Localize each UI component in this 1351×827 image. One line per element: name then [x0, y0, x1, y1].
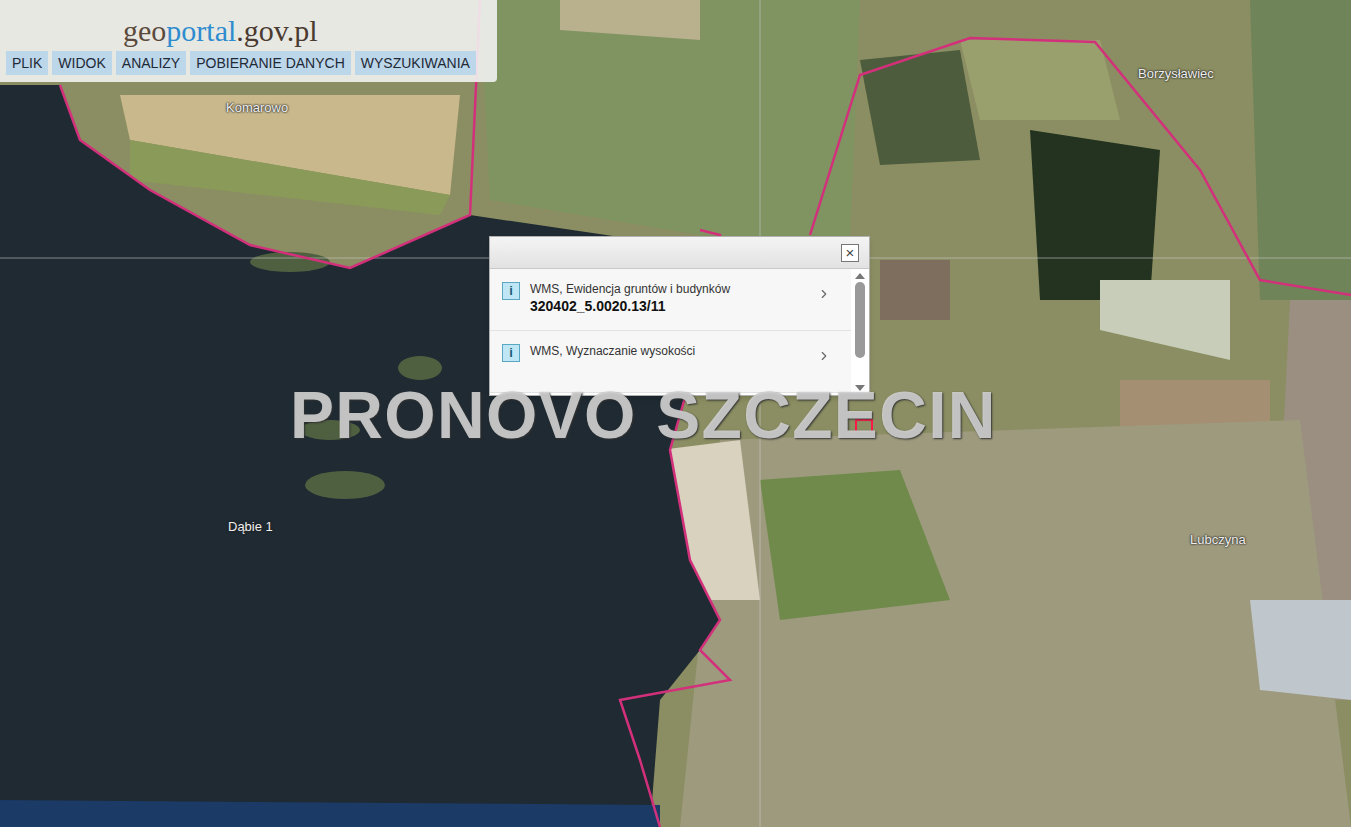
place-label: Lubczyna — [1190, 530, 1246, 550]
menu-button[interactable]: PLIK — [6, 51, 48, 75]
popup-item[interactable]: iWMS, Ewidencja gruntów i budynków320402… — [490, 269, 851, 331]
menu-button[interactable]: POBIERANIE DANYCH — [190, 51, 351, 75]
chevron-right-icon — [817, 287, 831, 301]
info-popup: × iWMS, Ewidencja gruntów i budynków32040… — [489, 236, 870, 396]
info-icon: i — [502, 344, 520, 362]
place-label: Komarowo — [226, 98, 288, 118]
logo[interactable]: geoportal.gov.pl — [0, 0, 497, 46]
popup-header: × — [490, 237, 869, 269]
satellite-map[interactable] — [0, 0, 1351, 827]
watermark: PRONOVO SZCZECIN — [290, 382, 997, 448]
place-label: Borzysławiec — [1138, 64, 1214, 84]
menu-button[interactable]: WIDOK — [52, 51, 111, 75]
place-label: Dąbie 1 — [228, 517, 273, 537]
map-app: Komarowo Borzysławiec Dąbie 1 Lubczyna geopo… — [0, 0, 1351, 827]
header-panel: geoportal.gov.plPLIKWIDOKANALIZYPOBIERAN… — [0, 0, 497, 82]
scroll-thumb[interactable] — [855, 282, 865, 358]
scrollbar[interactable] — [851, 269, 869, 395]
menu-bar: PLIKWIDOKANALIZYPOBIERANIE DANYCHWYSZUKI… — [0, 46, 497, 75]
menu-button[interactable]: WYSZUKIWANIA — [355, 51, 476, 75]
menu-button[interactable]: ANALIZY — [116, 51, 186, 75]
popup-item[interactable]: iWMS, Wyznaczanie wysokości — [490, 331, 851, 393]
info-icon: i — [502, 282, 520, 300]
close-button[interactable]: × — [841, 244, 859, 262]
chevron-right-icon — [817, 349, 831, 363]
